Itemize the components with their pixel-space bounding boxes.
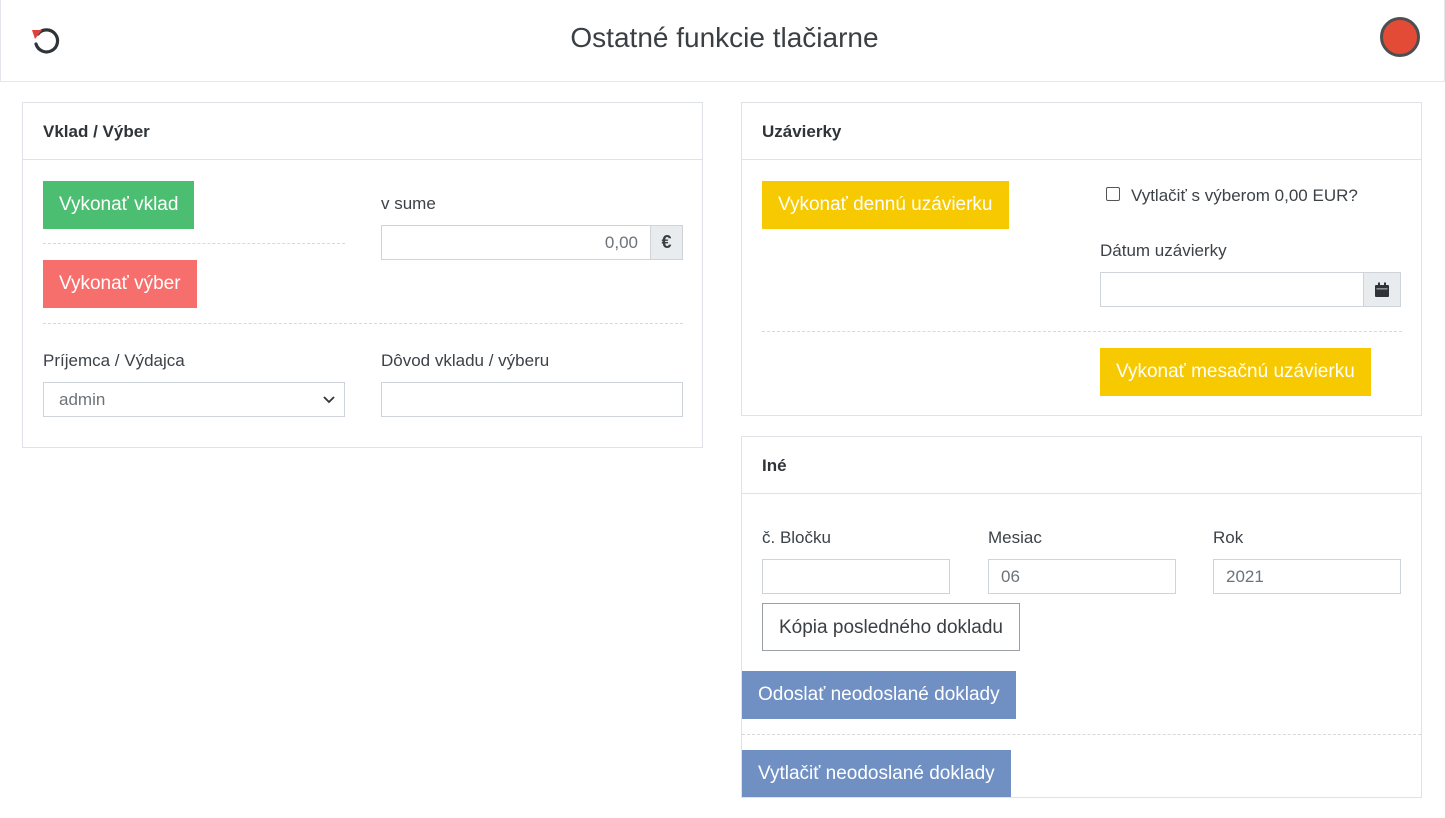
status-indicator[interactable]: [1380, 17, 1420, 57]
page-title: Ostatné funkcie tlačiarne: [570, 22, 879, 53]
print-with-withdrawal-label[interactable]: Vytlačiť s výberom 0,00 EUR?: [1131, 186, 1358, 206]
send-unsent-receipts-button[interactable]: Odoslať neodoslané doklady: [742, 671, 1016, 719]
recipient-label: Príjemca / Výdajca: [43, 351, 185, 370]
calendar-button[interactable]: [1363, 272, 1401, 307]
chevron-down-icon: [323, 396, 335, 404]
monthly-closure-button[interactable]: Vykonať mesačnú uzávierku: [1100, 348, 1371, 396]
amount-label: v sume: [381, 194, 436, 213]
divider: [43, 323, 683, 324]
closure-date-input[interactable]: [1100, 272, 1364, 307]
recipient-select[interactable]: admin: [43, 382, 345, 417]
withdraw-button[interactable]: Vykonať výber: [43, 260, 197, 308]
receipt-number-input[interactable]: [762, 559, 950, 594]
daily-closure-button[interactable]: Vykonať dennú uzávierku: [762, 181, 1009, 229]
recipient-selected-value: admin: [59, 390, 106, 409]
month-input[interactable]: 06: [988, 559, 1176, 594]
deposit-button[interactable]: Vykonať vklad: [43, 181, 195, 229]
deposit-withdraw-card: Vklad / Výber Vykonať vklad Vykonať výbe…: [22, 102, 703, 448]
other-card: Iné č. Bločku Mesiac 06 Rok 2021 Kópia p…: [741, 436, 1422, 798]
reason-input[interactable]: [381, 382, 683, 417]
year-label: Rok: [1213, 528, 1244, 547]
calendar-icon: [1375, 282, 1389, 297]
copy-last-receipt-button[interactable]: Kópia posledného dokladu: [762, 603, 1020, 651]
card-title: Iné: [742, 437, 1421, 494]
currency-addon: €: [650, 225, 683, 260]
month-label: Mesiac: [988, 528, 1042, 547]
card-title: Vklad / Výber: [23, 103, 702, 160]
closure-date-label: Dátum uzávierky: [1100, 241, 1227, 260]
receipt-number-label: č. Bločku: [762, 528, 831, 547]
print-unsent-receipts-button[interactable]: Vytlačiť neodoslané doklady: [742, 750, 1011, 797]
card-title: Uzávierky: [742, 103, 1421, 160]
divider: [742, 734, 1421, 735]
closures-card: Uzávierky Vykonať dennú uzávierku Vytlač…: [741, 102, 1422, 416]
divider: [762, 331, 1402, 332]
divider: [43, 243, 345, 244]
print-with-withdrawal-checkbox[interactable]: [1106, 187, 1120, 201]
amount-input[interactable]: 0,00: [381, 225, 651, 260]
reason-label: Dôvod vkladu / výberu: [381, 351, 550, 370]
year-input[interactable]: 2021: [1213, 559, 1401, 594]
top-bar: Ostatné funkcie tlačiarne: [0, 0, 1445, 82]
